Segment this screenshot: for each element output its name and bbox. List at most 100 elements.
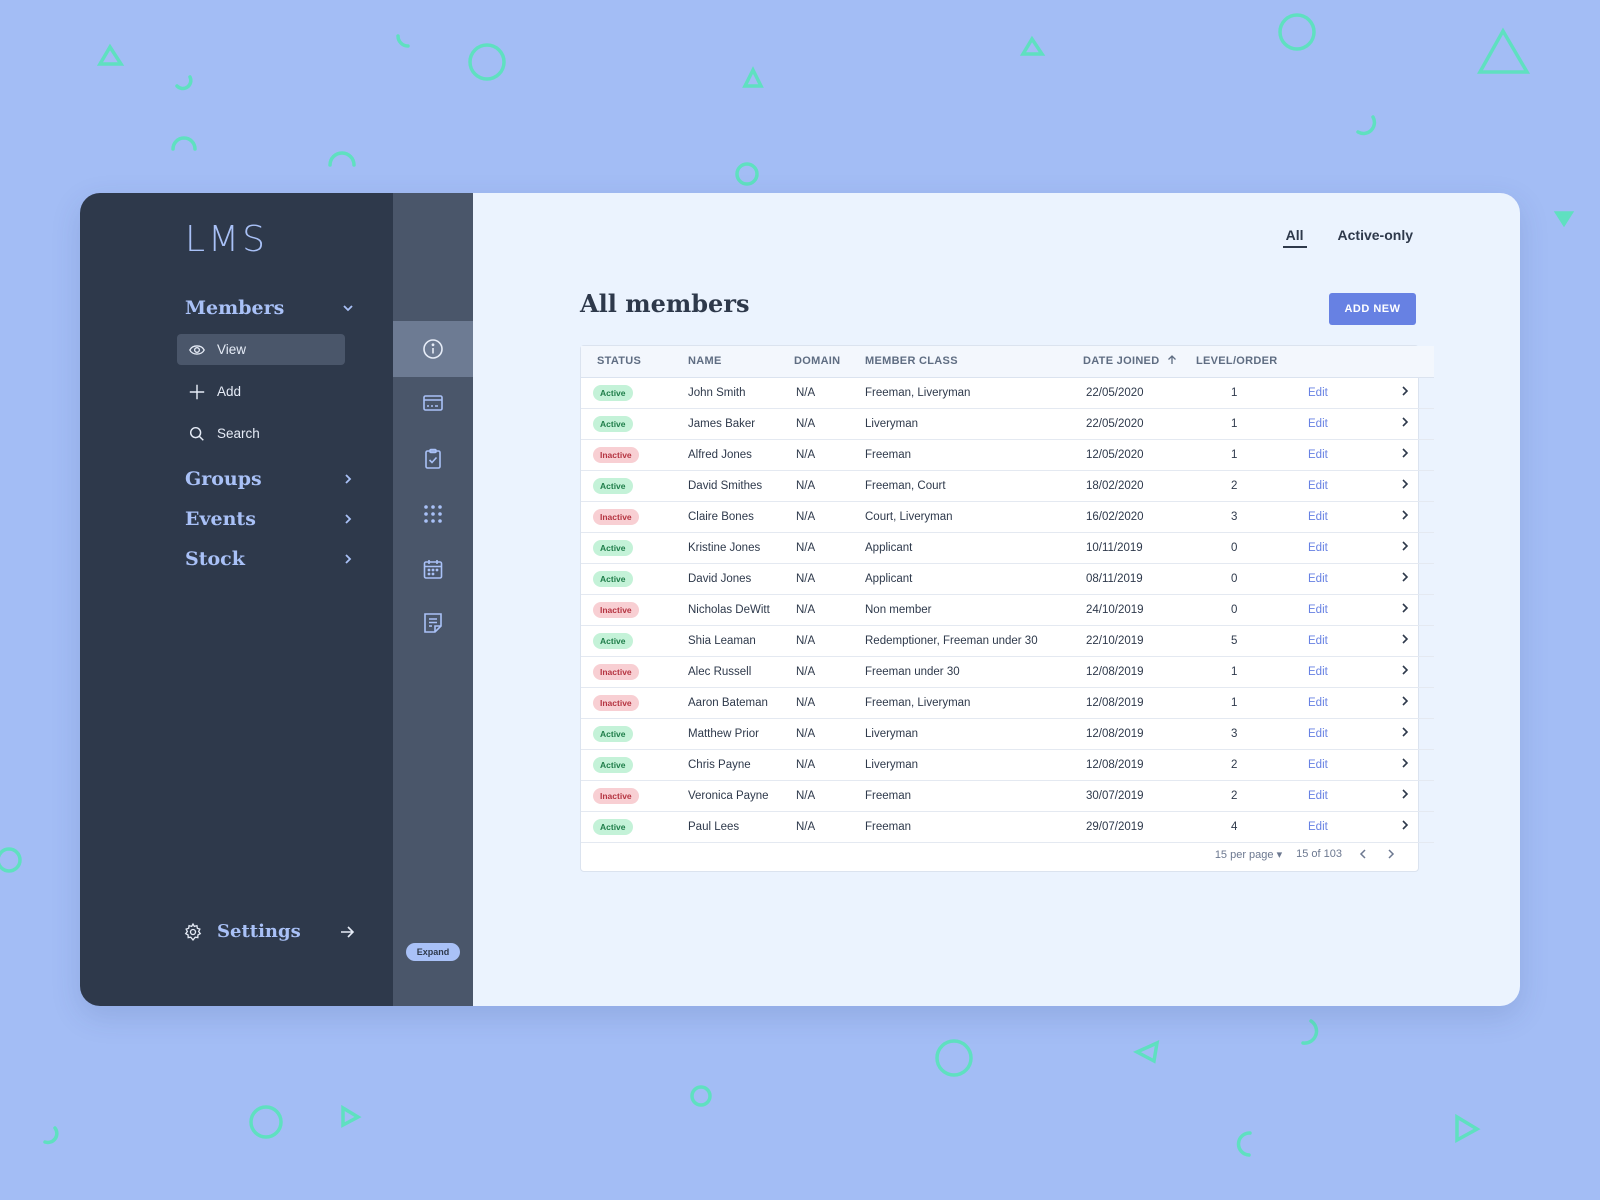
- add-new-button[interactable]: ADD NEW: [1329, 293, 1416, 325]
- table-row[interactable]: Inactive Alec Russell N/A Freeman under 30 1…: [581, 656, 1434, 688]
- edit-cell: Edit: [1308, 532, 1399, 564]
- edit-link[interactable]: Edit: [1308, 387, 1328, 399]
- chevron-right-icon[interactable]: [1399, 509, 1411, 521]
- column-header-member-class[interactable]: MEMBER CLASS: [865, 346, 1083, 378]
- rail-info[interactable]: [393, 321, 473, 377]
- members-view-label: View: [217, 342, 247, 357]
- table-row[interactable]: Inactive Claire Bones N/A Court, Liveryman 1…: [581, 501, 1434, 533]
- table-row[interactable]: Active Paul Lees N/A Freeman 29/07/2019 4 Edit: [581, 811, 1434, 843]
- chevron-right-icon: [345, 554, 352, 564]
- search-icon: [189, 426, 204, 441]
- rail-document[interactable]: [393, 595, 473, 651]
- table-row[interactable]: Active Kristine Jones N/A Applicant 10/11/20…: [581, 532, 1434, 564]
- table-row[interactable]: Inactive Nicholas DeWitt N/A Non member 24/1…: [581, 594, 1434, 626]
- column-header-status[interactable]: STATUS: [581, 346, 688, 378]
- status-badge: Inactive: [593, 663, 639, 680]
- chevron-right-icon[interactable]: [1399, 416, 1411, 428]
- table-row[interactable]: Active John Smith N/A Freeman, Liveryman 22/…: [581, 377, 1434, 409]
- chevron-right-icon[interactable]: [1399, 633, 1411, 645]
- edit-link[interactable]: Edit: [1308, 418, 1328, 430]
- edit-cell: Edit: [1308, 470, 1399, 502]
- edit-link[interactable]: Edit: [1308, 604, 1328, 616]
- chevron-right-icon[interactable]: [1399, 788, 1411, 800]
- arrow-cell: [1399, 532, 1434, 564]
- table-body: Active John Smith N/A Freeman, Liveryman 22/…: [581, 377, 1434, 843]
- edit-link[interactable]: Edit: [1308, 697, 1328, 709]
- table-row[interactable]: Active David Smithes N/A Freeman, Court 18/0…: [581, 470, 1434, 502]
- members-search-item[interactable]: Search: [177, 418, 345, 449]
- column-header-domain[interactable]: DOMAIN: [794, 346, 865, 378]
- chevron-right-icon[interactable]: [1399, 819, 1411, 831]
- column-header-level[interactable]: LEVEL/ORDER: [1196, 346, 1308, 378]
- nav-section-stock[interactable]: Stock: [185, 548, 355, 570]
- members-view-item[interactable]: View: [177, 334, 345, 365]
- date-joined-cell: 22/10/2019: [1083, 625, 1196, 657]
- expand-button[interactable]: Expand: [406, 943, 460, 961]
- column-header-name[interactable]: NAME: [688, 346, 794, 378]
- table-row[interactable]: Inactive Alfred Jones N/A Freeman 12/05/2020…: [581, 439, 1434, 471]
- next-page-button[interactable]: [1384, 847, 1398, 861]
- chevron-right-icon[interactable]: [1399, 571, 1411, 583]
- edit-link[interactable]: Edit: [1308, 821, 1328, 833]
- domain-cell: N/A: [794, 594, 865, 626]
- chevron-right-icon[interactable]: [1399, 726, 1411, 738]
- settings-link[interactable]: Settings: [183, 921, 355, 942]
- table-row[interactable]: Active Matthew Prior N/A Liveryman 12/08/201…: [581, 718, 1434, 750]
- rail-calendar[interactable]: [393, 541, 473, 597]
- edit-link[interactable]: Edit: [1308, 573, 1328, 585]
- chevron-right-icon[interactable]: [1399, 447, 1411, 459]
- domain-cell: N/A: [794, 749, 865, 781]
- info-icon: [423, 339, 443, 359]
- prev-page-button[interactable]: [1356, 847, 1370, 861]
- table-row[interactable]: Inactive Veronica Payne N/A Freeman 30/07/20…: [581, 780, 1434, 812]
- column-header-arrow: [1399, 346, 1434, 378]
- chevron-right-icon[interactable]: [1399, 664, 1411, 676]
- domain-cell: N/A: [794, 377, 865, 409]
- nav-section-members[interactable]: Members: [185, 297, 355, 319]
- edit-link[interactable]: Edit: [1308, 449, 1328, 461]
- filter-tab-active-only[interactable]: Active-only: [1335, 227, 1416, 248]
- chevron-right-icon[interactable]: [1399, 602, 1411, 614]
- column-header-date-joined-label: DATE JOINED: [1083, 355, 1160, 368]
- domain-cell: N/A: [794, 718, 865, 750]
- status-cell: Inactive: [581, 656, 688, 688]
- member-class-cell: Court, Liveryman: [865, 501, 1083, 533]
- rail-grid[interactable]: [393, 486, 473, 542]
- column-header-date-joined[interactable]: DATE JOINED: [1083, 346, 1196, 378]
- members-table-card: STATUS NAME DOMAIN MEMBER CLASS DATE JOI…: [580, 345, 1434, 872]
- edit-cell: Edit: [1308, 656, 1399, 688]
- chevron-right-icon[interactable]: [1399, 695, 1411, 707]
- table-row[interactable]: Active David Jones N/A Applicant 08/11/2019 0…: [581, 563, 1434, 595]
- app-window: LMS Members View Add Search Groups Event…: [80, 193, 1520, 1006]
- table-row[interactable]: Inactive Aaron Bateman N/A Freeman, Liverym…: [581, 687, 1434, 719]
- page-title: All members: [580, 289, 750, 318]
- rail-id-card[interactable]: [393, 375, 473, 431]
- rail-clipboard[interactable]: [393, 431, 473, 487]
- table-row[interactable]: Active Shia Leaman N/A Redemptioner, Freema…: [581, 625, 1434, 657]
- edit-link[interactable]: Edit: [1308, 666, 1328, 678]
- members-add-item[interactable]: Add: [177, 376, 345, 407]
- edit-link[interactable]: Edit: [1308, 511, 1328, 523]
- edit-link[interactable]: Edit: [1308, 728, 1328, 740]
- nav-section-events[interactable]: Events: [185, 508, 355, 530]
- domain-cell: N/A: [794, 780, 865, 812]
- chevron-right-icon[interactable]: [1399, 478, 1411, 490]
- edit-link[interactable]: Edit: [1308, 480, 1328, 492]
- status-badge: Active: [593, 818, 633, 835]
- chevron-right-icon[interactable]: [1399, 540, 1411, 552]
- per-page-select[interactable]: 15 per page ▾: [1215, 848, 1282, 861]
- table-row[interactable]: Active James Baker N/A Liveryman 22/05/2020 1…: [581, 408, 1434, 440]
- chevron-right-icon[interactable]: [1399, 385, 1411, 397]
- filter-tab-all[interactable]: All: [1282, 227, 1307, 248]
- table-row[interactable]: Active Chris Payne N/A Liveryman 12/08/2019 2…: [581, 749, 1434, 781]
- edit-link[interactable]: Edit: [1308, 759, 1328, 771]
- arrow-cell: [1399, 811, 1434, 843]
- chevron-right-icon[interactable]: [1399, 757, 1411, 769]
- edit-link[interactable]: Edit: [1308, 790, 1328, 802]
- edit-link[interactable]: Edit: [1308, 635, 1328, 647]
- edit-link[interactable]: Edit: [1308, 542, 1328, 554]
- name-cell: Alfred Jones: [688, 439, 794, 471]
- nav-section-groups[interactable]: Groups: [185, 468, 355, 490]
- name-cell: Nicholas DeWitt: [688, 594, 794, 626]
- date-joined-cell: 22/05/2020: [1083, 408, 1196, 440]
